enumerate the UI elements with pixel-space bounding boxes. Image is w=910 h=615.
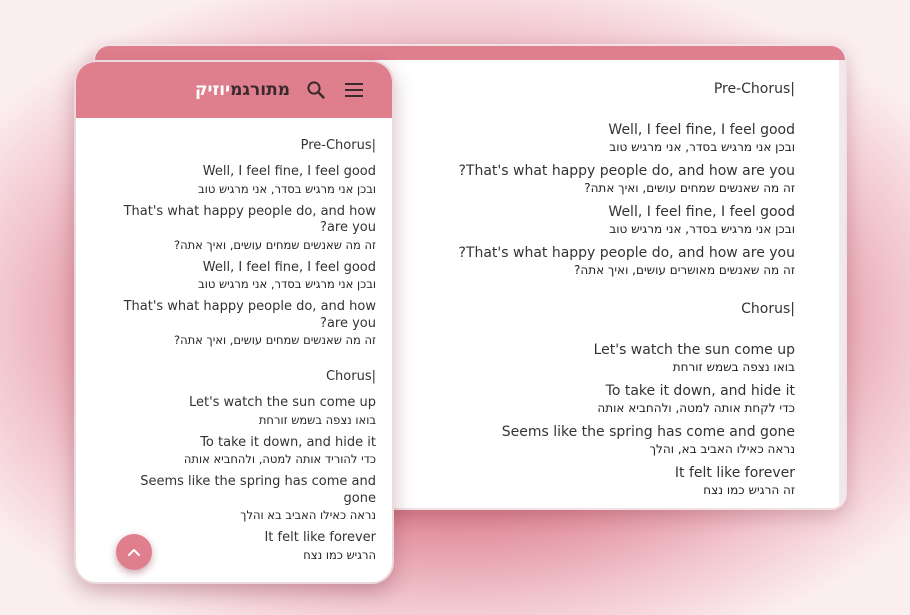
lyric-pair: That's what happy people do, and how are… [106,204,376,253]
lyric-english: Seems like the spring has come and gone [140,474,376,506]
lyric-pair: Well, I feel fine, I feel good ובכן אני … [106,164,376,197]
lyric-english: That's what happy people do, and how are… [123,203,376,236]
mobile-lyrics: |Pre-Chorus Well, I feel fine, I feel go… [76,118,392,582]
lyrics-section: |Chorus Let's watch the sun come up בואו… [106,369,376,563]
lyric-pair: Seems like the spring has come and gone … [106,474,376,523]
brand-logo[interactable]: מתורגמ יוזיק [195,80,290,100]
lyric-hebrew: בואו נצפה בשמש זורחת [258,412,376,427]
desktop-scrollbar[interactable] [839,60,845,508]
section-label: |Chorus [325,369,376,384]
lyric-pair: Well, I feel fine, I feel good ובכן אני … [106,260,376,293]
search-icon[interactable] [304,78,328,102]
lyric-english: That's what happy people do, and how are… [123,299,376,331]
lyric-english: To take it down, and hide it [200,434,376,450]
lyric-pair: That's what happy people do, and how are… [106,299,376,348]
lyric-pair: To take it down, and hide it כדי להוריד … [106,435,376,468]
desktop-header-bar [95,46,845,60]
mobile-preview: מתורגמ יוזיק |Pre-Chorus Well, I feel fin… [74,60,394,584]
lyric-hebrew: ובכן אני מרגיש בסדר, אני מרגיש טוב [198,181,376,196]
section-label: |Pre-Chorus [300,138,376,153]
lyric-hebrew: זה מה שאנשים שמחים עושים, ואיך אתה? [174,237,376,252]
lyric-english: Let's watch the sun come up [188,395,376,410]
lyric-pair: Let's watch the sun come up בואו נצפה בש… [106,395,376,428]
lyric-english: Well, I feel fine, I feel good [202,164,376,179]
lyric-hebrew: ובכן אני מרגיש בסדר, אני מרגיש טוב [198,277,376,291]
scroll-to-top-button[interactable] [116,534,152,570]
chevron-up-icon [127,547,141,557]
lyric-english: Well, I feel fine, I feel good [202,259,376,275]
menu-icon[interactable] [342,78,366,102]
lyric-hebrew: כדי להוריד אותה למטה, ולהחביא אותה [183,452,376,466]
app-header: מתורגמ יוזיק [76,62,392,118]
lyric-hebrew: נראה כאילו האביב בא והלך [240,508,376,522]
brand-accent: יוזיק [194,80,231,100]
lyrics-section: |Pre-Chorus Well, I feel fine, I feel go… [106,138,376,348]
brand-prefix: מתורגמ [230,80,290,100]
lyric-hebrew: זה מה שאנשים שמחים עושים, ואיך אתה? [174,333,376,347]
